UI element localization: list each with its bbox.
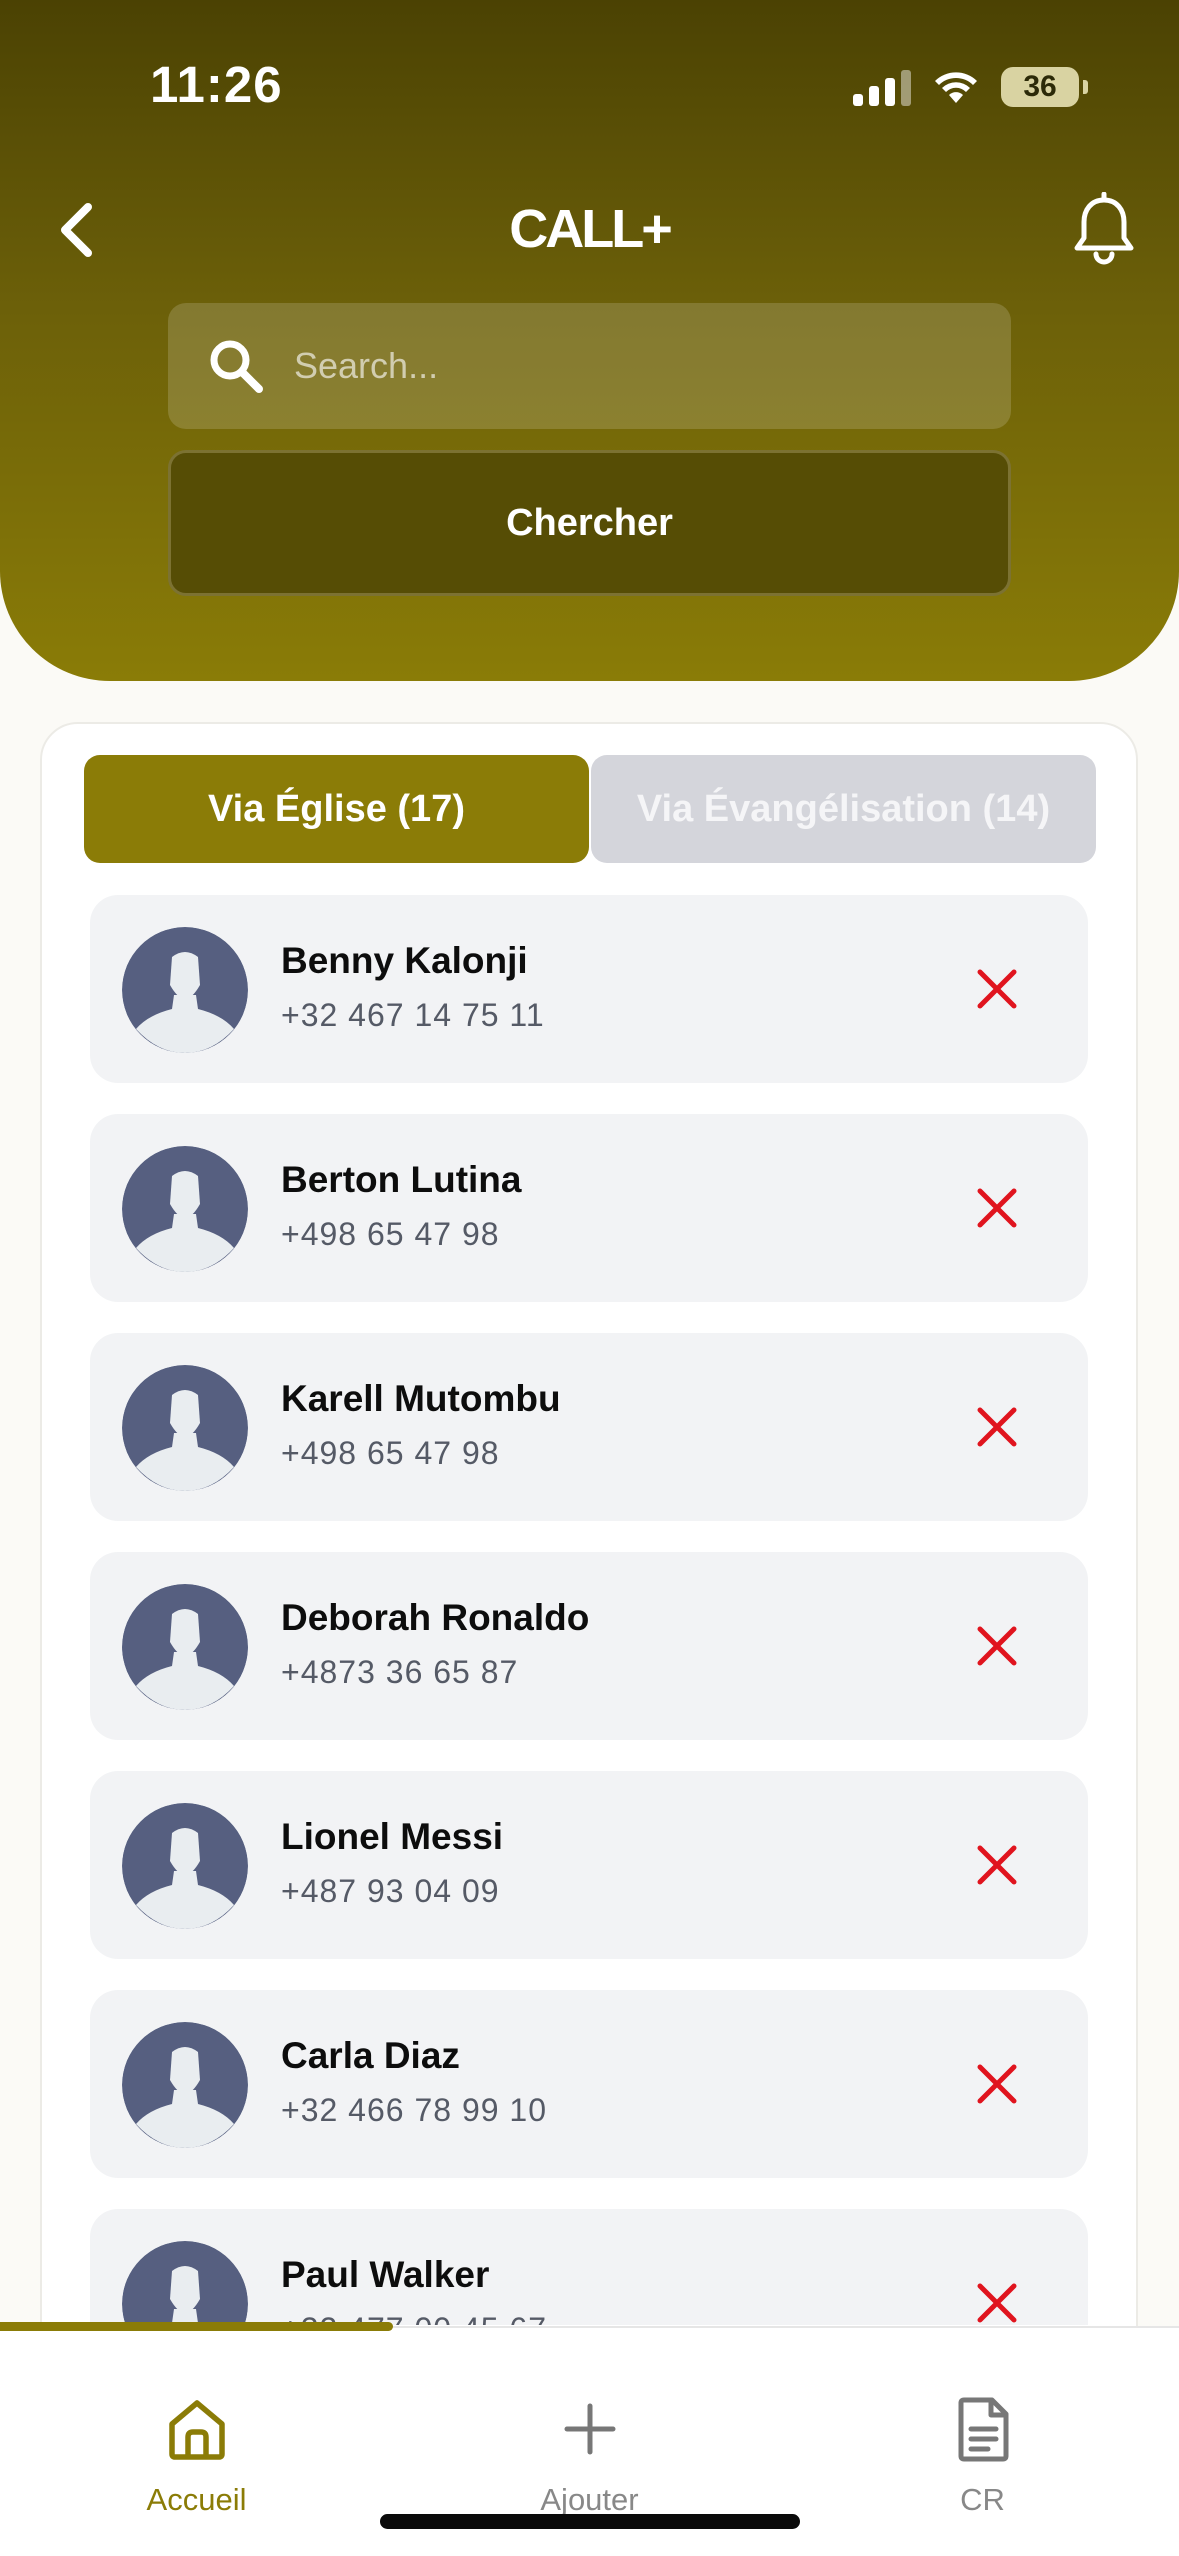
close-icon[interactable] — [975, 1624, 1019, 1668]
status-icons: 36 — [853, 62, 1088, 112]
close-icon[interactable] — [975, 2062, 1019, 2106]
close-icon[interactable] — [975, 1405, 1019, 1449]
search-input[interactable] — [294, 326, 954, 406]
battery-icon: 36 — [1001, 67, 1088, 107]
contact-name: Paul Walker — [281, 2254, 490, 2295]
signal-icon — [853, 68, 911, 106]
close-icon[interactable] — [975, 1186, 1019, 1230]
avatar — [122, 1803, 248, 1929]
contact-phone: +498 65 47 98 — [281, 1216, 500, 1252]
contact-phone: +32 466 78 99 10 — [281, 2092, 548, 2128]
contact-item[interactable]: Paul Walker +32 477 00 45 67 — [90, 2209, 1088, 2325]
plus-icon — [564, 2403, 615, 2455]
app-title: CALL+ — [509, 199, 673, 259]
contact-name: Benny Kalonji — [281, 940, 528, 981]
header: 11:26 36 CALL+ Chercher — [0, 0, 1179, 681]
close-icon[interactable] — [975, 2281, 1019, 2325]
contact-item[interactable]: Carla Diaz +32 466 78 99 10 — [90, 1990, 1088, 2178]
wifi-icon — [935, 72, 977, 103]
contact-item[interactable]: Deborah Ronaldo +4873 36 65 87 — [90, 1552, 1088, 1740]
contact-name: Berton Lutina — [281, 1159, 522, 1200]
home-icon — [168, 2400, 225, 2460]
active-tab-indicator — [0, 2322, 393, 2331]
contact-name: Carla Diaz — [281, 2035, 460, 2076]
contact-name: Karell Mutombu — [281, 1378, 561, 1419]
avatar — [122, 1584, 248, 1710]
contact-phone: +487 93 04 09 — [281, 1873, 500, 1909]
tabs: Via Église (17) Via Évangélisation (14) — [84, 755, 1096, 863]
search-icon — [210, 340, 263, 393]
contact-name: Lionel Messi — [281, 1816, 504, 1857]
close-icon[interactable] — [975, 967, 1019, 1011]
contact-item[interactable]: Benny Kalonji +32 467 14 75 11 — [90, 895, 1088, 1083]
bell-icon[interactable] — [1069, 192, 1139, 268]
contact-phone: +4873 36 65 87 — [281, 1654, 519, 1690]
nav-label: Accueil — [146, 2482, 247, 2517]
avatar — [122, 927, 248, 1053]
contact-name: Deborah Ronaldo — [281, 1597, 590, 1638]
nav-label: CR — [960, 2482, 1005, 2517]
avatar — [122, 1146, 248, 1272]
nav-cr[interactable]: CR — [786, 2328, 1179, 2528]
nav-label: Ajouter — [540, 2482, 639, 2517]
contact-list[interactable]: Benny Kalonji +32 467 14 75 11 Berton Lu… — [90, 895, 1088, 2325]
tab-via-eglise[interactable]: Via Église (17) — [84, 755, 589, 863]
avatar — [122, 2241, 248, 2325]
avatar — [122, 2022, 248, 2148]
tab-via-evangelisation[interactable]: Via Évangélisation (14) — [591, 755, 1096, 863]
search-box[interactable] — [168, 303, 1011, 429]
contact-item[interactable]: Lionel Messi +487 93 04 09 — [90, 1771, 1088, 1959]
contact-item[interactable]: Karell Mutombu +498 65 47 98 — [90, 1333, 1088, 1521]
contact-phone: +498 65 47 98 — [281, 1435, 500, 1471]
contact-item[interactable]: Berton Lutina +498 65 47 98 — [90, 1114, 1088, 1302]
nav-accueil[interactable]: Accueil — [0, 2328, 393, 2528]
search-button[interactable]: Chercher — [168, 450, 1011, 596]
document-icon — [958, 2397, 1008, 2462]
contact-phone: +32 467 14 75 11 — [281, 997, 545, 1033]
avatar — [122, 1365, 248, 1491]
close-icon[interactable] — [975, 1843, 1019, 1887]
nav-ajouter[interactable]: Ajouter — [393, 2328, 786, 2528]
home-indicator — [380, 2514, 800, 2529]
status-time: 11:26 — [150, 56, 283, 113]
